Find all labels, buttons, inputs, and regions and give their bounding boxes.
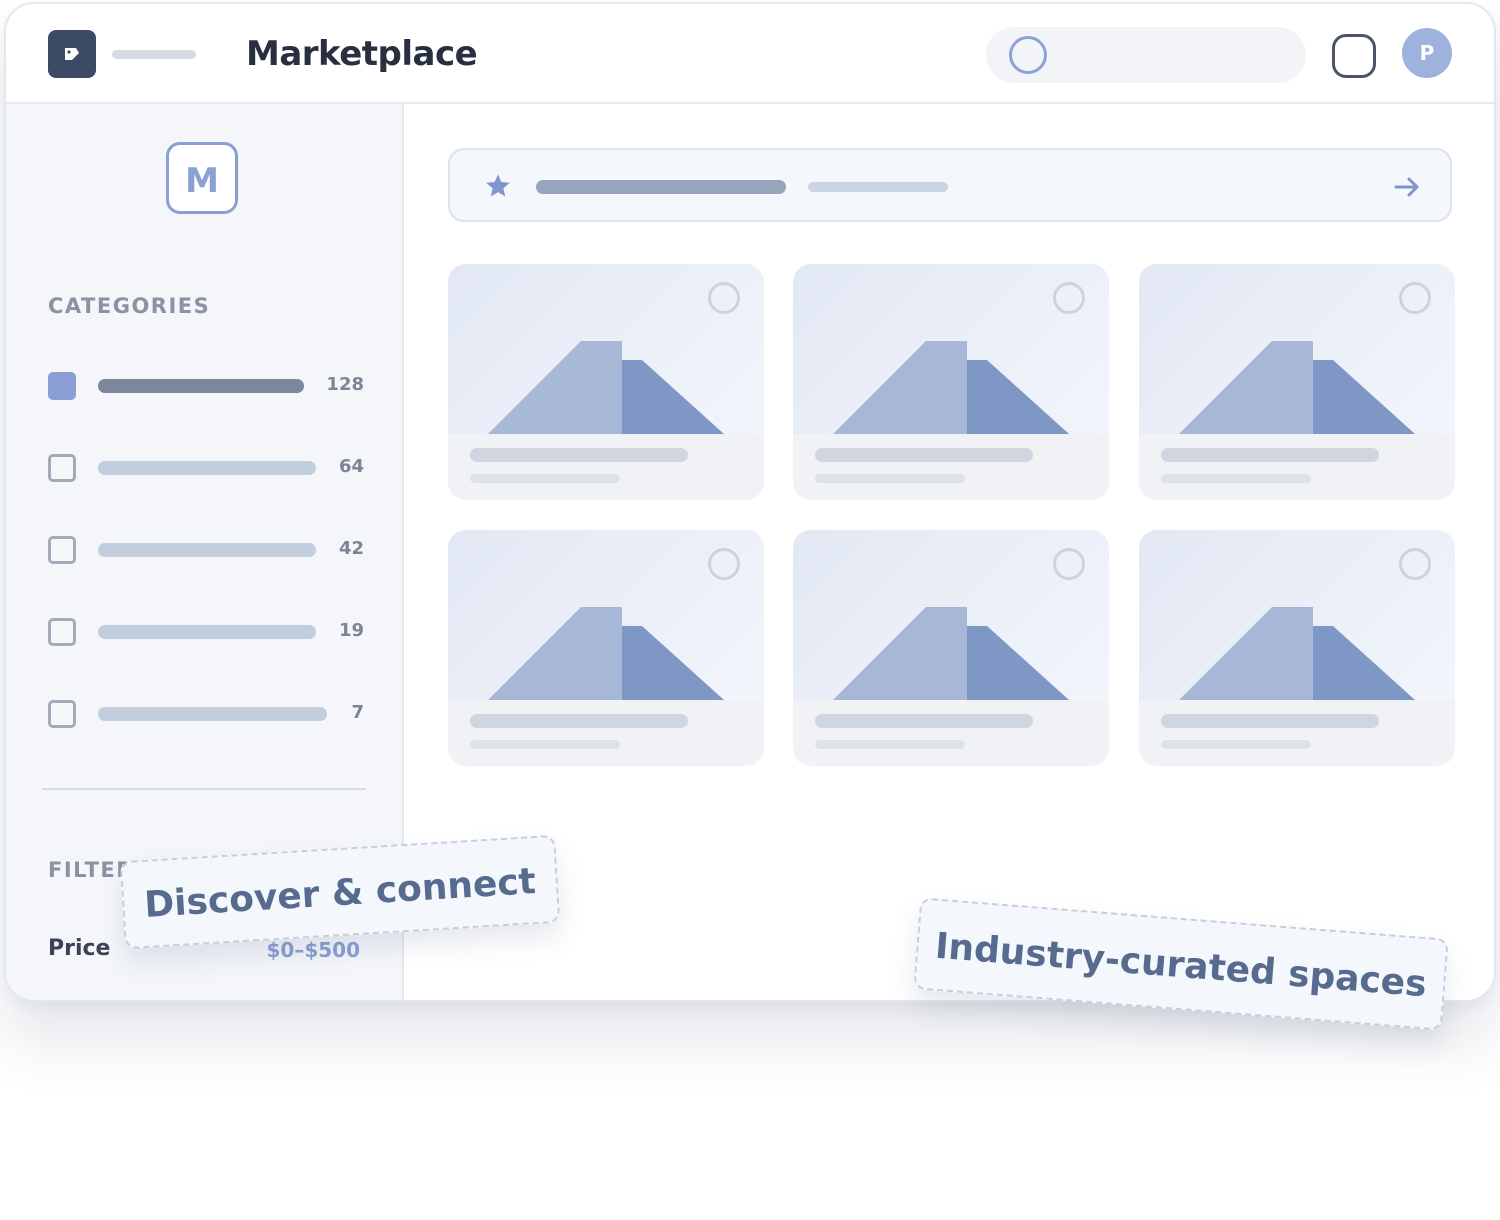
category-count: 19 bbox=[338, 620, 364, 641]
card-subtitle-placeholder bbox=[1161, 740, 1311, 749]
listing-card[interactable] bbox=[793, 264, 1109, 500]
star-icon bbox=[486, 174, 510, 197]
avatar[interactable]: P bbox=[1402, 28, 1452, 78]
card-title-placeholder bbox=[815, 714, 1033, 728]
category-count: 42 bbox=[338, 538, 364, 559]
favorite-icon[interactable] bbox=[708, 282, 740, 314]
category-label-placeholder bbox=[98, 461, 316, 475]
card-subtitle-placeholder bbox=[470, 474, 620, 483]
category-checkbox[interactable] bbox=[48, 536, 76, 564]
top-bar: Marketplace P bbox=[6, 4, 1494, 104]
favorite-icon[interactable] bbox=[1053, 282, 1085, 314]
category-item[interactable]: 42 bbox=[48, 536, 364, 564]
category-item[interactable]: 128 bbox=[48, 372, 364, 400]
category-label-placeholder bbox=[98, 625, 316, 639]
category-checkbox[interactable] bbox=[48, 372, 76, 400]
category-checkbox[interactable] bbox=[48, 700, 76, 728]
price-filter-label: Price bbox=[48, 936, 111, 961]
banner-subtitle-placeholder bbox=[808, 182, 948, 192]
app-window: Marketplace P M CATEGORIES 128 64 42 19 bbox=[4, 2, 1496, 1002]
logo-icon[interactable] bbox=[48, 30, 96, 78]
card-title-placeholder bbox=[470, 714, 688, 728]
brand-logo: M bbox=[166, 142, 238, 214]
favorite-icon[interactable] bbox=[708, 548, 740, 580]
listing-card[interactable] bbox=[448, 530, 764, 766]
category-checkbox[interactable] bbox=[48, 618, 76, 646]
category-count: 64 bbox=[338, 456, 364, 477]
card-title-placeholder bbox=[1161, 714, 1379, 728]
favorite-icon[interactable] bbox=[1399, 282, 1431, 314]
bell-icon[interactable] bbox=[1332, 34, 1376, 78]
category-item[interactable]: 19 bbox=[48, 618, 364, 646]
favorite-icon[interactable] bbox=[1053, 548, 1085, 580]
search-input[interactable] bbox=[986, 27, 1306, 83]
card-subtitle-placeholder bbox=[470, 740, 620, 749]
page-title: Marketplace bbox=[246, 34, 478, 74]
banner-title-placeholder bbox=[536, 180, 786, 194]
card-title-placeholder bbox=[470, 448, 688, 462]
category-count: 7 bbox=[351, 702, 364, 723]
category-label-placeholder bbox=[98, 379, 304, 393]
card-title-placeholder bbox=[815, 448, 1033, 462]
search-icon bbox=[1009, 36, 1047, 74]
card-subtitle-placeholder bbox=[1161, 474, 1311, 483]
featured-banner[interactable] bbox=[448, 148, 1452, 222]
category-item[interactable]: 64 bbox=[48, 454, 364, 482]
category-label-placeholder bbox=[98, 543, 316, 557]
sidebar-divider bbox=[42, 788, 366, 790]
card-subtitle-placeholder bbox=[815, 740, 965, 749]
listing-card[interactable] bbox=[448, 264, 764, 500]
card-subtitle-placeholder bbox=[815, 474, 965, 483]
favorite-icon[interactable] bbox=[1399, 548, 1431, 580]
arrow-right-icon[interactable] bbox=[1392, 172, 1422, 202]
logo-wordmark-placeholder bbox=[112, 50, 196, 59]
listing-card[interactable] bbox=[793, 530, 1109, 766]
listing-card[interactable] bbox=[1139, 264, 1455, 500]
main-content bbox=[404, 104, 1494, 1000]
category-label-placeholder bbox=[98, 707, 327, 721]
category-count: 128 bbox=[326, 374, 364, 395]
category-item[interactable]: 7 bbox=[48, 700, 364, 728]
category-checkbox[interactable] bbox=[48, 454, 76, 482]
categories-heading: CATEGORIES bbox=[48, 294, 211, 318]
card-title-placeholder bbox=[1161, 448, 1379, 462]
listing-card[interactable] bbox=[1139, 530, 1455, 766]
